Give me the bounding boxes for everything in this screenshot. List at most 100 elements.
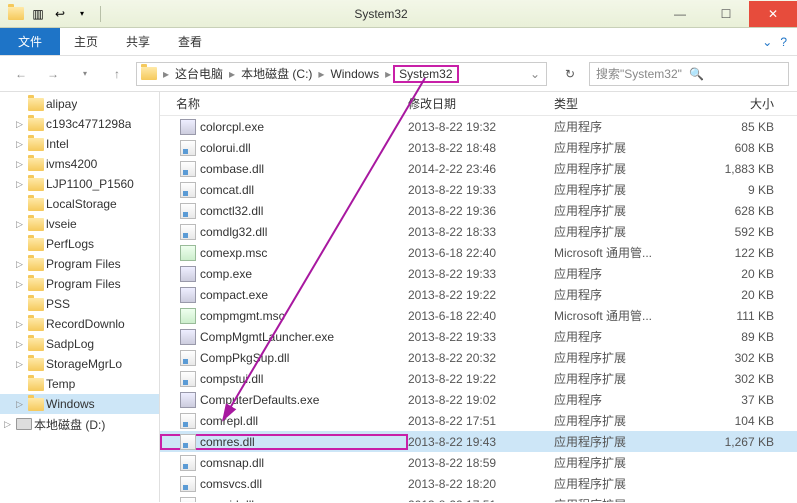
tree-item[interactable]: alipay — [0, 94, 159, 114]
expand-icon[interactable]: ▷ — [16, 399, 26, 410]
tree-item[interactable]: PerfLogs — [0, 234, 159, 254]
tree-item[interactable]: ▷lvseie — [0, 214, 159, 234]
tab-file[interactable]: 文件 — [0, 28, 60, 55]
expand-icon[interactable]: ▷ — [16, 119, 26, 130]
expand-icon[interactable]: ▷ — [16, 279, 26, 290]
expand-icon[interactable]: ▷ — [16, 359, 26, 370]
expand-icon[interactable]: ▷ — [16, 179, 26, 190]
tree-label: Program Files — [46, 277, 121, 291]
expand-icon[interactable]: ▷ — [16, 319, 26, 330]
file-row[interactable]: compact.exe2013-8-22 19:22应用程序20 KB — [160, 284, 797, 305]
dll-icon — [180, 140, 196, 156]
tab-view[interactable]: 查看 — [164, 28, 216, 55]
recent-dropdown[interactable]: ▾ — [72, 61, 98, 87]
tree-item[interactable]: ▷Program Files — [0, 254, 159, 274]
expand-icon[interactable]: ▷ — [16, 259, 26, 270]
chevron-right-icon[interactable]: ▸ — [227, 67, 237, 81]
col-size[interactable]: 大小 — [702, 95, 792, 112]
file-row[interactable]: comexp.msc2013-6-18 22:40Microsoft 通用管..… — [160, 242, 797, 263]
window-title: System32 — [105, 7, 657, 21]
file-type: 应用程序 — [554, 265, 702, 282]
up-button[interactable]: ↑ — [104, 61, 130, 87]
undo-icon[interactable]: ↩ — [52, 6, 68, 22]
tree-label: PSS — [46, 297, 70, 311]
close-button[interactable]: ✕ — [749, 1, 797, 27]
file-type: 应用程序扩展 — [554, 370, 702, 387]
file-row[interactable]: combase.dll2014-2-22 23:46应用程序扩展1,883 KB — [160, 158, 797, 179]
expand-icon[interactable]: ▷ — [16, 139, 26, 150]
chevron-right-icon[interactable]: ▸ — [161, 67, 171, 81]
file-row[interactable]: colorcpl.exe2013-8-22 19:32应用程序85 KB — [160, 116, 797, 137]
breadcrumb-seg[interactable]: Windows — [326, 67, 383, 81]
chevron-down-icon[interactable]: ⌄ — [528, 67, 542, 81]
col-type[interactable]: 类型 — [554, 95, 702, 112]
file-row[interactable]: comctl32.dll2013-8-22 19:36应用程序扩展628 KB — [160, 200, 797, 221]
file-row[interactable]: comuid.dll2013-8-22 17:51应用程序扩展 — [160, 494, 797, 502]
folder-icon — [28, 258, 44, 271]
tree-item[interactable]: ▷本地磁盘 (D:) — [0, 414, 159, 434]
props-icon[interactable]: ▥ — [30, 6, 46, 22]
file-row[interactable]: CompMgmtLauncher.exe2013-8-22 19:33应用程序8… — [160, 326, 797, 347]
file-row[interactable]: compmgmt.msc2013-6-18 22:40Microsoft 通用管… — [160, 305, 797, 326]
file-size: 1,267 KB — [702, 435, 792, 449]
file-row[interactable]: comrepl.dll2013-8-22 17:51应用程序扩展104 KB — [160, 410, 797, 431]
column-headers[interactable]: 名称 修改日期 类型 大小 — [160, 92, 797, 116]
tree-item[interactable]: ▷StorageMgrLo — [0, 354, 159, 374]
file-row[interactable]: comp.exe2013-8-22 19:33应用程序20 KB — [160, 263, 797, 284]
file-row[interactable]: comcat.dll2013-8-22 19:33应用程序扩展9 KB — [160, 179, 797, 200]
tree-item[interactable]: ▷ Program Files — [0, 274, 159, 294]
expand-icon[interactable]: ▷ — [16, 339, 26, 350]
expand-icon[interactable]: ▷ — [4, 419, 14, 430]
file-row[interactable]: CompPkgSup.dll2013-8-22 20:32应用程序扩展302 K… — [160, 347, 797, 368]
breadcrumb-seg[interactable]: 这台电脑 — [171, 65, 227, 82]
expand-ribbon-icon[interactable]: ⌄ — [762, 35, 772, 49]
expand-icon[interactable]: ▷ — [16, 159, 26, 170]
back-button[interactable]: ← — [8, 61, 34, 87]
tree-item[interactable]: ▷RecordDownlo — [0, 314, 159, 334]
folder-tree[interactable]: alipay▷c193c4771298a▷Intel▷ivms4200▷LJP1… — [0, 92, 160, 502]
dll-icon — [180, 182, 196, 198]
chevron-right-icon[interactable]: ▸ — [316, 67, 326, 81]
expand-icon[interactable]: ▷ — [16, 219, 26, 230]
file-row[interactable]: comres.dll2013-8-22 19:43应用程序扩展1,267 KB — [160, 431, 797, 452]
col-date[interactable]: 修改日期 — [408, 95, 554, 112]
folder-icon — [28, 178, 44, 191]
tab-share[interactable]: 共享 — [112, 28, 164, 55]
tree-item[interactable]: PSS — [0, 294, 159, 314]
tab-home[interactable]: 主页 — [60, 28, 112, 55]
minimize-button[interactable]: — — [657, 1, 703, 27]
file-size: 1,883 KB — [702, 162, 792, 176]
tree-item[interactable]: LocalStorage — [0, 194, 159, 214]
refresh-button[interactable]: ↻ — [557, 61, 583, 87]
tree-item[interactable]: Temp — [0, 374, 159, 394]
tree-item[interactable]: ▷LJP1100_P1560 — [0, 174, 159, 194]
exe-icon — [180, 266, 196, 282]
file-row[interactable]: comsnap.dll2013-8-22 18:59应用程序扩展 — [160, 452, 797, 473]
file-row[interactable]: colorui.dll2013-8-22 18:48应用程序扩展608 KB — [160, 137, 797, 158]
search-input[interactable]: 搜索"System32" 🔍 — [589, 62, 789, 86]
tree-item[interactable]: ▷SadpLog — [0, 334, 159, 354]
col-name[interactable]: 名称 — [160, 95, 408, 112]
file-row[interactable]: ComputerDefaults.exe2013-8-22 19:02应用程序3… — [160, 389, 797, 410]
dll-icon — [180, 434, 196, 450]
file-row[interactable]: comsvcs.dll2013-8-22 18:20应用程序扩展 — [160, 473, 797, 494]
chevron-right-icon[interactable]: ▸ — [383, 67, 393, 81]
file-size: 20 KB — [702, 267, 792, 281]
tree-item[interactable]: ▷c193c4771298a — [0, 114, 159, 134]
file-row[interactable]: compstui.dll2013-8-22 19:22应用程序扩展302 KB — [160, 368, 797, 389]
tree-item[interactable]: ▷ivms4200 — [0, 154, 159, 174]
breadcrumb-seg-current[interactable]: System32 — [393, 65, 458, 83]
file-date: 2013-8-22 17:51 — [408, 498, 554, 503]
dropdown-icon[interactable]: ▾ — [74, 6, 90, 22]
search-icon[interactable]: 🔍 — [689, 67, 782, 81]
help-icon[interactable]: ? — [780, 35, 787, 49]
tree-item[interactable]: ▷Windows — [0, 394, 159, 414]
maximize-button[interactable]: ☐ — [703, 1, 749, 27]
breadcrumb[interactable]: ▸ 这台电脑 ▸ 本地磁盘 (C:) ▸ Windows ▸ System32 … — [136, 62, 547, 86]
tree-item[interactable]: ▷Intel — [0, 134, 159, 154]
breadcrumb-seg[interactable]: 本地磁盘 (C:) — [237, 65, 316, 82]
forward-button[interactable]: → — [40, 61, 66, 87]
tree-label: PerfLogs — [46, 237, 94, 251]
dll-icon — [180, 455, 196, 471]
file-row[interactable]: comdlg32.dll2013-8-22 18:33应用程序扩展592 KB — [160, 221, 797, 242]
